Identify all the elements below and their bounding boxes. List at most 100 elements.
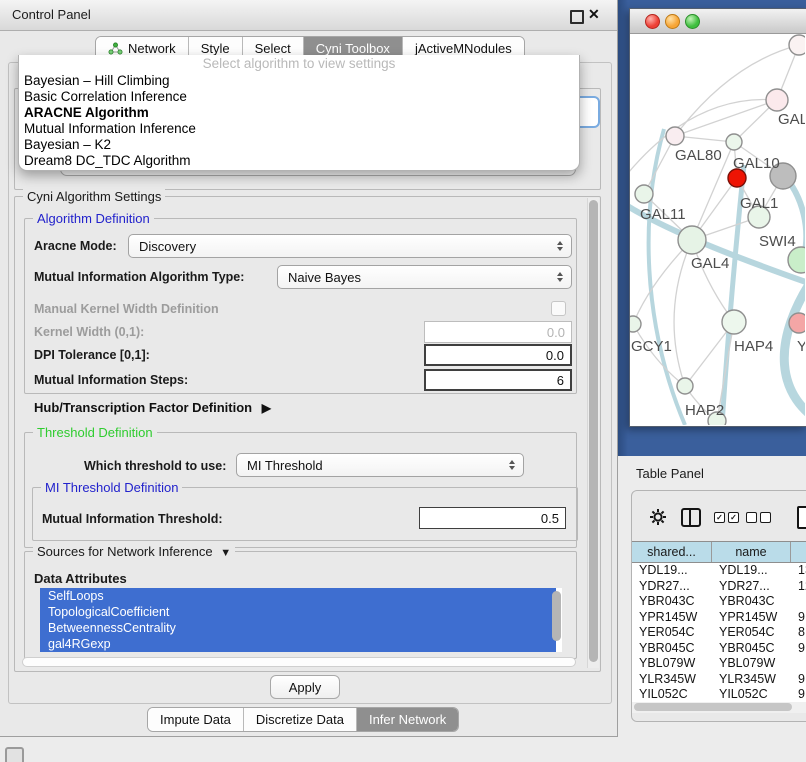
- table-horizontal-scrollbar[interactable]: [632, 702, 806, 713]
- algorithm-option[interactable]: Dream8 DC_TDC Algorithm: [19, 153, 579, 169]
- algorithm-option-selected[interactable]: ARACNE Algorithm: [19, 105, 579, 121]
- kernel-width-input[interactable]: 0.0: [424, 321, 572, 343]
- network-node-gal11[interactable]: [635, 185, 653, 203]
- network-node-hap2[interactable]: [677, 378, 693, 394]
- control-panel-title: Control Panel: [12, 7, 91, 22]
- settings-horizontal-scrollbar[interactable]: [20, 657, 580, 668]
- table-row[interactable]: YBL079WYBL079W: [632, 656, 806, 672]
- table-row[interactable]: YLR345WYLR345W9.: [632, 672, 806, 688]
- sources-group-title[interactable]: Sources for Network Inference ▼: [33, 544, 235, 559]
- zoom-window-icon[interactable]: [685, 14, 700, 29]
- settings-vertical-scrollbar[interactable]: [587, 198, 599, 668]
- node-label: GAL1: [740, 195, 778, 212]
- data-attributes-list: SelfLoops TopologicalCoefficient Between…: [40, 588, 562, 652]
- which-threshold-value: MI Threshold: [247, 458, 323, 473]
- settings-vertical-scrollbar-thumb[interactable]: [589, 200, 598, 662]
- column-header-shared-name[interactable]: shared...: [632, 542, 712, 562]
- table-subwindow: ✓ ✓ shared... name YDL19...YDL19...13 YD…: [631, 490, 806, 722]
- table-header-row: shared... name: [632, 541, 806, 563]
- mi-threshold-label: Mutual Information Threshold:: [42, 512, 223, 526]
- screen: Control Panel ✕ Network Style Select Cyn…: [0, 0, 806, 762]
- network-node-gal4[interactable]: [678, 226, 706, 254]
- minimize-window-icon[interactable]: [665, 14, 680, 29]
- mi-steps-input[interactable]: 6: [424, 369, 572, 391]
- kernel-width-label: Kernel Width (0,1):: [34, 325, 144, 339]
- algorithm-option[interactable]: Bayesian – K2: [19, 137, 579, 153]
- deselect-all-columns-icon[interactable]: [746, 512, 771, 523]
- attribute-item-selected[interactable]: gal4RGexp: [40, 636, 556, 652]
- network-node-hap4[interactable]: [722, 310, 746, 334]
- node-label: GAL11: [640, 206, 686, 223]
- mi-threshold-group-title: MI Threshold Definition: [41, 480, 182, 495]
- tab-impute-data[interactable]: Impute Data: [148, 708, 244, 731]
- attribute-item-selected[interactable]: TopologicalCoefficient: [40, 604, 556, 620]
- attributes-list-scrollbar-thumb[interactable]: [552, 591, 561, 641]
- attribute-item-selected[interactable]: BetweennessCentrality: [40, 620, 556, 636]
- network-node-gal80[interactable]: [726, 134, 742, 150]
- table-panel-title: Table Panel: [636, 466, 704, 481]
- table-row[interactable]: YER054CYER054C8.: [632, 625, 806, 641]
- table-horizontal-scrollbar-thumb[interactable]: [634, 703, 792, 711]
- node-label: GAL4: [691, 255, 729, 272]
- aracne-mode-combobox[interactable]: Discovery: [128, 234, 572, 258]
- network-canvas[interactable]: GAL80 GAL10 GAL GAL11 GAL1 SWI4 GAL4 GCY…: [630, 33, 805, 425]
- hub-definition-section-header[interactable]: Hub/Transcription Factor Definition ▶: [34, 400, 271, 415]
- attribute-item-selected[interactable]: SelfLoops: [40, 588, 556, 604]
- close-icon[interactable]: ✕: [588, 6, 600, 23]
- combo-spinner-icon: [557, 241, 563, 251]
- table-row[interactable]: YDR27...YDR27...12: [632, 579, 806, 595]
- gear-icon[interactable]: [649, 508, 667, 526]
- column-header-name[interactable]: name: [712, 542, 791, 562]
- collapsed-arrow-icon[interactable]: ▶: [262, 401, 271, 415]
- float-window-icon[interactable]: [570, 10, 584, 24]
- minimized-panel-icon[interactable]: [5, 747, 24, 762]
- close-window-icon[interactable]: [645, 14, 660, 29]
- cyni-settings-group-title: Cyni Algorithm Settings: [23, 189, 165, 204]
- network-node-gcy1[interactable]: [630, 316, 641, 332]
- table-row[interactable]: YBR043CYBR043C: [632, 594, 806, 610]
- algorithm-option[interactable]: Bayesian – Hill Climbing: [19, 73, 579, 89]
- algorithm-option[interactable]: Mutual Information Inference: [19, 121, 579, 137]
- node-label: HAP4: [734, 338, 773, 355]
- node-table: shared... name YDL19...YDL19...13 YDR27.…: [632, 541, 806, 713]
- expanded-arrow-icon[interactable]: ▼: [220, 547, 231, 559]
- control-panel-window: Control Panel ✕ Network Style Select Cyn…: [0, 0, 618, 737]
- algorithm-dropdown-placeholder: Select algorithm to view settings: [19, 55, 579, 73]
- network-node[interactable]: [789, 35, 805, 55]
- combo-spinner-icon: [557, 272, 563, 282]
- table-panel: Table Panel ✓ ✓: [618, 456, 806, 762]
- network-node[interactable]: [766, 89, 788, 111]
- node-label: SWI4: [759, 233, 796, 250]
- aracne-mode-value: Discovery: [139, 239, 196, 254]
- table-body: YDL19...YDL19...13 YDR27...YDR27...12 YB…: [632, 563, 806, 702]
- node-label: GAL80: [675, 147, 722, 164]
- node-label: GAL10: [733, 155, 780, 172]
- algorithm-option[interactable]: Basic Correlation Inference: [19, 89, 579, 105]
- new-table-icon[interactable]: [797, 506, 806, 529]
- manual-kernel-label: Manual Kernel Width Definition: [34, 302, 219, 316]
- settings-horizontal-scrollbar-thumb[interactable]: [22, 657, 576, 667]
- split-view-icon[interactable]: [681, 508, 701, 527]
- manual-kernel-checkbox[interactable]: [551, 301, 566, 316]
- table-row[interactable]: YBR045CYBR045C9.: [632, 641, 806, 657]
- select-all-columns-icon[interactable]: ✓ ✓: [714, 512, 739, 523]
- network-node-swi4[interactable]: [788, 247, 805, 273]
- column-header-cut[interactable]: [791, 542, 806, 562]
- node-label: GCY1: [631, 338, 672, 355]
- mi-type-label: Mutual Information Algorithm Type:: [34, 270, 244, 284]
- network-node[interactable]: [666, 127, 684, 145]
- control-panel-titlebar[interactable]: Control Panel ✕: [0, 0, 617, 31]
- mi-type-value: Naive Bayes: [288, 270, 361, 285]
- table-row[interactable]: YIL052CYIL052C9.: [632, 687, 806, 702]
- mi-threshold-input[interactable]: 0.5: [419, 507, 566, 529]
- tab-infer-network[interactable]: Infer Network: [357, 708, 458, 731]
- apply-button[interactable]: Apply: [270, 675, 340, 699]
- tab-discretize-data[interactable]: Discretize Data: [244, 708, 357, 731]
- mi-type-combobox[interactable]: Naive Bayes: [277, 265, 572, 289]
- table-row[interactable]: YPR145WYPR145W9.: [632, 610, 806, 626]
- table-row[interactable]: YDL19...YDL19...13: [632, 563, 806, 579]
- network-node[interactable]: [789, 313, 805, 333]
- which-threshold-combobox[interactable]: MI Threshold: [236, 453, 524, 477]
- dpi-tolerance-input[interactable]: 0.0: [424, 344, 572, 366]
- network-window-titlebar[interactable]: [630, 9, 806, 34]
